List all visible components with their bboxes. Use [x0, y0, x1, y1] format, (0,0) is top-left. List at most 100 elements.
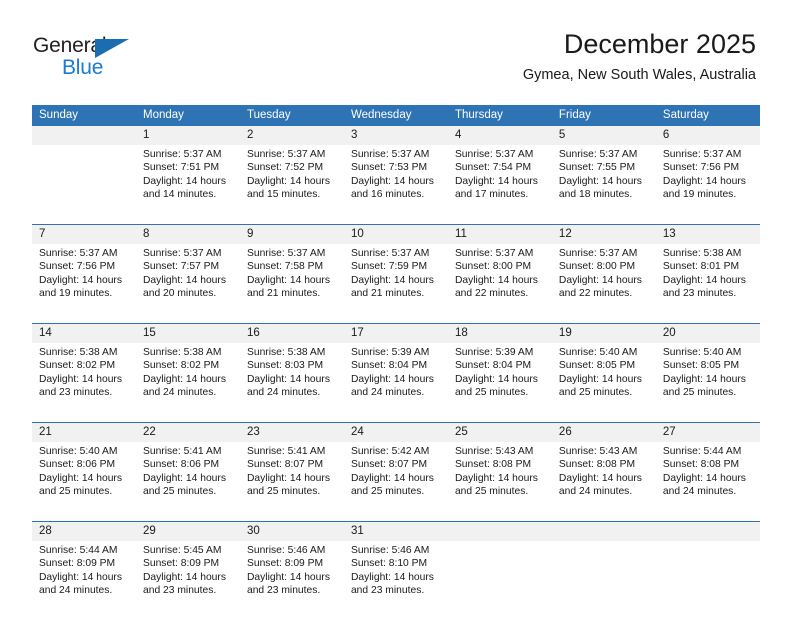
- day-cell[interactable]: Sunrise: 5:37 AM Sunset: 8:00 PM Dayligh…: [447, 244, 552, 324]
- day-cell[interactable]: Sunrise: 5:38 AM Sunset: 8:02 PM Dayligh…: [32, 343, 136, 423]
- day-number[interactable]: 17: [343, 323, 448, 343]
- day-number[interactable]: 6: [655, 126, 760, 145]
- day-cell[interactable]: Sunrise: 5:39 AM Sunset: 8:04 PM Dayligh…: [447, 343, 552, 423]
- daylight-text-line1: Daylight: 14 hours: [142, 175, 226, 187]
- day-cell[interactable]: Sunrise: 5:46 AM Sunset: 8:09 PM Dayligh…: [239, 541, 344, 620]
- day-number[interactable]: 27: [655, 422, 760, 442]
- day-cell[interactable]: Sunrise: 5:37 AM Sunset: 7:56 PM Dayligh…: [32, 244, 136, 324]
- sunset-text: Sunset: 8:06 PM: [39, 459, 116, 471]
- day-cell[interactable]: Sunrise: 5:41 AM Sunset: 8:06 PM Dayligh…: [135, 442, 240, 522]
- location-subtitle: Gymea, New South Wales, Australia: [522, 67, 756, 83]
- day-cell[interactable]: Sunrise: 5:37 AM Sunset: 7:59 PM Dayligh…: [343, 244, 448, 324]
- sunset-text: Sunset: 8:08 PM: [558, 459, 636, 471]
- day-number[interactable]: 8: [135, 224, 240, 244]
- day-cell[interactable]: Sunrise: 5:40 AM Sunset: 8:05 PM Dayligh…: [655, 343, 760, 423]
- day-cell[interactable]: Sunrise: 5:37 AM Sunset: 7:56 PM Dayligh…: [655, 145, 760, 225]
- daylight-text-line1: Daylight: 14 hours: [39, 472, 122, 484]
- day-number[interactable]: 1: [135, 126, 240, 145]
- day-number[interactable]: 24: [343, 422, 448, 442]
- day-number[interactable]: 15: [135, 323, 240, 343]
- day-cell[interactable]: Sunrise: 5:38 AM Sunset: 8:02 PM Dayligh…: [135, 343, 240, 423]
- day-cell[interactable]: Sunrise: 5:38 AM Sunset: 8:03 PM Dayligh…: [239, 343, 344, 423]
- daylight-text-line1: Daylight: 14 hours: [350, 472, 434, 484]
- daylight-text-line2: and 19 minutes.: [39, 287, 113, 299]
- day-number[interactable]: 23: [239, 422, 344, 442]
- page-title: December 2025: [563, 29, 756, 59]
- day-number[interactable]: [32, 126, 136, 145]
- sunset-text: Sunset: 8:09 PM: [39, 558, 116, 570]
- day-number[interactable]: 2: [239, 126, 344, 145]
- day-number[interactable]: 4: [447, 126, 552, 145]
- daylight-text-line1: Daylight: 14 hours: [454, 175, 538, 187]
- day-number[interactable]: 20: [655, 323, 760, 343]
- day-cell[interactable]: Sunrise: 5:44 AM Sunset: 8:09 PM Dayligh…: [32, 541, 136, 620]
- day-cell[interactable]: [655, 541, 760, 620]
- day-number[interactable]: 25: [447, 422, 552, 442]
- daylight-text-line2: and 24 minutes.: [39, 584, 113, 596]
- day-cell[interactable]: Sunrise: 5:45 AM Sunset: 8:09 PM Dayligh…: [135, 541, 240, 620]
- day-cell[interactable]: Sunrise: 5:37 AM Sunset: 7:54 PM Dayligh…: [447, 145, 552, 225]
- day-number[interactable]: 26: [551, 422, 656, 442]
- day-cell[interactable]: Sunrise: 5:41 AM Sunset: 8:07 PM Dayligh…: [239, 442, 344, 522]
- day-number[interactable]: 11: [447, 224, 552, 244]
- sunrise-text: Sunrise: 5:37 AM: [350, 149, 430, 160]
- day-number[interactable]: 30: [239, 521, 344, 541]
- day-cell[interactable]: Sunrise: 5:37 AM Sunset: 7:55 PM Dayligh…: [551, 145, 656, 225]
- week-row-daynumbers: 14 15 16 17 18 19 20: [32, 323, 760, 343]
- sunset-text: Sunset: 8:06 PM: [142, 459, 220, 471]
- day-number[interactable]: 5: [551, 126, 656, 145]
- day-number[interactable]: 10: [343, 224, 448, 244]
- day-cell[interactable]: Sunrise: 5:44 AM Sunset: 8:08 PM Dayligh…: [655, 442, 760, 522]
- day-number[interactable]: 18: [447, 323, 552, 343]
- weekday-header-friday: Friday: [551, 105, 656, 126]
- day-cell[interactable]: Sunrise: 5:37 AM Sunset: 7:57 PM Dayligh…: [135, 244, 240, 324]
- daylight-text-line2: and 25 minutes.: [350, 485, 425, 497]
- day-number[interactable]: 7: [32, 224, 136, 244]
- daylight-text-line1: Daylight: 14 hours: [142, 571, 226, 583]
- day-cell[interactable]: Sunrise: 5:37 AM Sunset: 7:52 PM Dayligh…: [239, 145, 344, 225]
- sunrise-text: Sunrise: 5:38 AM: [662, 248, 742, 259]
- day-cell[interactable]: [551, 541, 656, 620]
- day-number[interactable]: [551, 521, 656, 541]
- day-cell[interactable]: Sunrise: 5:40 AM Sunset: 8:06 PM Dayligh…: [32, 442, 136, 522]
- day-cell[interactable]: [32, 145, 136, 225]
- sunrise-text: Sunrise: 5:40 AM: [662, 347, 742, 358]
- sunrise-text: Sunrise: 5:37 AM: [142, 149, 222, 160]
- day-number[interactable]: 16: [239, 323, 344, 343]
- daylight-text-line2: and 23 minutes.: [246, 584, 321, 596]
- sunrise-text: Sunrise: 5:39 AM: [350, 347, 430, 358]
- day-cell[interactable]: Sunrise: 5:38 AM Sunset: 8:01 PM Dayligh…: [655, 244, 760, 324]
- day-cell[interactable]: Sunrise: 5:37 AM Sunset: 7:58 PM Dayligh…: [239, 244, 344, 324]
- day-number[interactable]: 12: [551, 224, 656, 244]
- day-cell[interactable]: Sunrise: 5:46 AM Sunset: 8:10 PM Dayligh…: [343, 541, 448, 620]
- day-number[interactable]: [655, 521, 760, 541]
- day-cell[interactable]: Sunrise: 5:39 AM Sunset: 8:04 PM Dayligh…: [343, 343, 448, 423]
- day-cell[interactable]: Sunrise: 5:37 AM Sunset: 7:53 PM Dayligh…: [343, 145, 448, 225]
- day-number[interactable]: [447, 521, 552, 541]
- general-blue-logo[interactable]: General Blue: [33, 34, 153, 82]
- day-number[interactable]: 29: [135, 521, 240, 541]
- day-number[interactable]: 21: [32, 422, 136, 442]
- day-number[interactable]: 19: [551, 323, 656, 343]
- day-number[interactable]: 28: [32, 521, 136, 541]
- day-number[interactable]: 22: [135, 422, 240, 442]
- sunset-text: Sunset: 8:08 PM: [662, 459, 740, 471]
- day-cell[interactable]: Sunrise: 5:43 AM Sunset: 8:08 PM Dayligh…: [447, 442, 552, 522]
- sunrise-text: Sunrise: 5:37 AM: [558, 248, 638, 259]
- day-cell[interactable]: Sunrise: 5:37 AM Sunset: 7:51 PM Dayligh…: [135, 145, 240, 225]
- day-number[interactable]: 14: [32, 323, 136, 343]
- day-cell[interactable]: Sunrise: 5:37 AM Sunset: 8:00 PM Dayligh…: [551, 244, 656, 324]
- day-cell[interactable]: [447, 541, 552, 620]
- daylight-text-line1: Daylight: 14 hours: [246, 274, 330, 286]
- day-cell[interactable]: Sunrise: 5:42 AM Sunset: 8:07 PM Dayligh…: [343, 442, 448, 522]
- day-number[interactable]: 9: [239, 224, 344, 244]
- day-number[interactable]: 3: [343, 126, 448, 145]
- daylight-text-line2: and 20 minutes.: [142, 287, 217, 299]
- sunrise-text: Sunrise: 5:44 AM: [662, 446, 742, 457]
- day-cell[interactable]: Sunrise: 5:40 AM Sunset: 8:05 PM Dayligh…: [551, 343, 656, 423]
- day-cell[interactable]: Sunrise: 5:43 AM Sunset: 8:08 PM Dayligh…: [551, 442, 656, 522]
- sunset-text: Sunset: 8:04 PM: [454, 360, 532, 372]
- day-number[interactable]: 31: [343, 521, 448, 541]
- sunset-text: Sunset: 8:09 PM: [246, 558, 324, 570]
- day-number[interactable]: 13: [655, 224, 760, 244]
